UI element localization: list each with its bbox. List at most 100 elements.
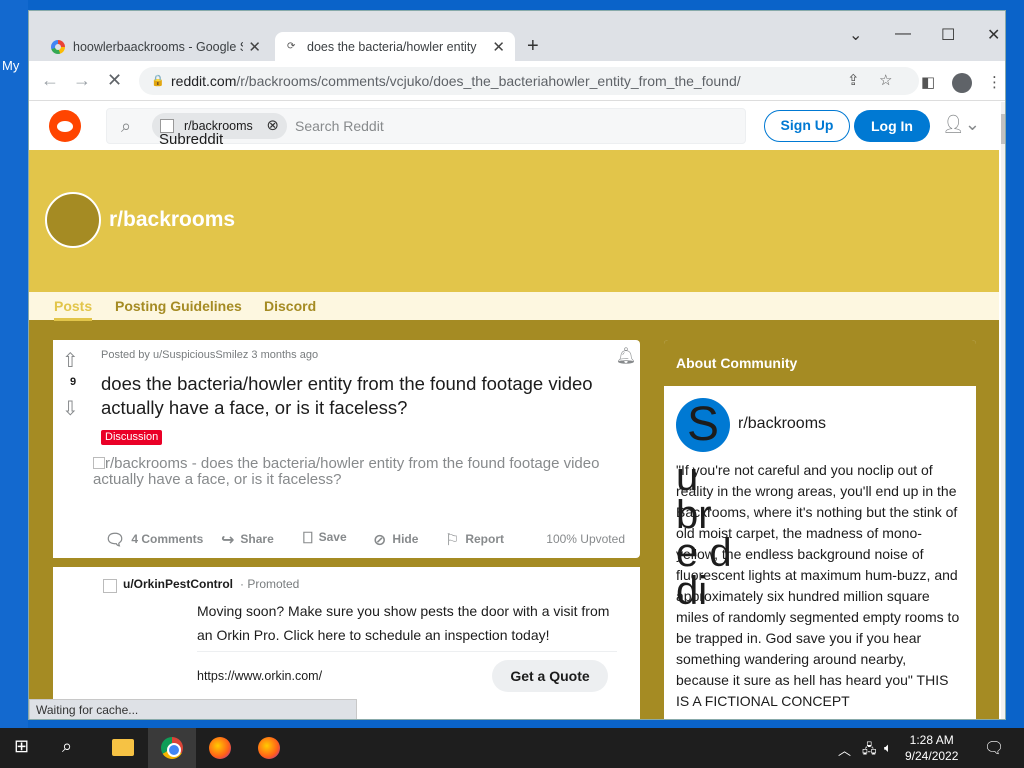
tab-title: hoowlerbaackrooms - Google Se [73,39,243,54]
taskbar: ⊞ ⌕ ︿ 🖧︎ 🔈︎ 1:28 AM 9/24/2022 🗨︎ [0,728,1024,768]
url-host: reddit.com [171,73,237,89]
vote-column: ⇧ 9 ⇩ [53,340,93,558]
menu-icon[interactable]: ⋮ [987,73,1002,91]
subreddit-nav: Posts Posting Guidelines Discord [29,292,999,321]
about-header: About Community [664,340,976,386]
comments-button[interactable]: 🗨︎ 4 Comments [105,530,203,550]
broken-image-icon [93,457,105,469]
tab-google-search[interactable]: hoowlerbaackrooms - Google Se ✕ [39,32,271,61]
post-image-alt: r/backrooms - does the bacteria/howler e… [93,455,600,488]
side-panel-icon[interactable]: ◧ [921,73,935,91]
promoted-post[interactable]: u/OrkinPestControl · Promoted Moving soo… [53,567,640,719]
flag-icon: ⚐ [445,532,460,549]
share-arrow-icon: ↪ [221,532,235,549]
community-name[interactable]: r/backrooms [738,415,826,433]
hide-button[interactable]: ⊘ Hide [373,530,418,550]
address-bar[interactable]: 🔒 reddit.com/r/backrooms/comments/vcjuko… [139,67,919,95]
share-icon[interactable]: ⇪ [847,67,860,95]
stop-icon[interactable]: ✕ [107,70,122,91]
upvote-ratio: 100% Upvoted [546,532,625,546]
firefox-icon[interactable] [209,737,231,759]
browser-window: hoowlerbaackrooms - Google Se ✕ ⟳ does t… [28,10,1006,720]
downvote-icon[interactable]: ⇩ [62,396,79,421]
clock[interactable]: 1:28 AM 9/24/2022 [905,732,958,764]
advertiser-name[interactable]: u/OrkinPestControl [123,577,233,591]
scrollbar-thumb[interactable] [1001,114,1005,144]
file-explorer-icon[interactable] [112,739,134,756]
tab-strip: hoowlerbaackrooms - Google Se ✕ ⟳ does t… [29,11,1005,61]
chrome-icon[interactable] [161,737,183,759]
volume-icon[interactable]: 🔈︎ [884,740,892,756]
firefox-icon[interactable] [258,737,280,759]
windows-start-icon[interactable]: ⊞ [14,736,29,757]
broken-image-alt-text: u br e d di [676,455,732,613]
hide-label: Hide [392,532,419,546]
share-button[interactable]: ↪ Share [221,530,274,550]
promo-text[interactable]: Moving soon? Make sure you show pests th… [197,599,617,647]
clock-date: 9/24/2022 [905,749,959,763]
get-quote-button[interactable]: Get a Quote [492,660,608,692]
tab-search-icon[interactable]: ⌄ [849,25,862,45]
remove-chip-icon[interactable]: ⊗ [266,113,279,139]
report-label: Report [465,532,505,546]
report-button[interactable]: ⚐ Report [445,530,504,550]
new-tab-button[interactable]: + [527,35,539,58]
tab-reddit-post[interactable]: ⟳ does the bacteria/howler entity fr ✕ [275,32,515,61]
about-community-widget: About Community S r/backrooms "If you're… [664,340,976,719]
search-icon: ⌕ [121,116,132,136]
post-flair[interactable]: Discussion [101,430,163,445]
status-bar: Waiting for cache... [29,699,357,719]
toolbar: ← → ✕ 🔒 reddit.com/r/backrooms/comments/… [29,61,1005,101]
promo-url[interactable]: https://www.orkin.com/ [197,669,322,683]
post-card[interactable]: ⇧ 9 ⇩ Posted by u/SuspiciousSmilez 3 mon… [53,340,640,558]
log-in-button[interactable]: Log In [854,110,930,142]
nav-discord[interactable]: Discord [264,298,316,314]
post-actions: 🗨︎ 4 Comments ↪ Share ⎕ Save ⊘ Hide ⚐ Report … [101,526,631,550]
maximize-button[interactable]: ☐ [941,25,955,45]
subreddit-title: r/backrooms [109,208,236,231]
search-icon[interactable]: ⌕ [62,736,72,757]
subreddit-avatar [45,192,101,248]
sign-up-button[interactable]: Sign Up [764,110,850,142]
back-icon[interactable]: ← [41,70,59,91]
notifications-icon[interactable]: 🗨︎ [984,738,1004,758]
vote-count: 9 [69,376,77,388]
save-button[interactable]: ⎕ Save [303,530,347,548]
community-avatar: S [676,398,730,452]
close-window-button[interactable]: ✕ [987,25,1000,45]
post-image[interactable]: r/backrooms - does the bacteria/howler e… [93,456,633,488]
profile-icon[interactable] [952,73,972,93]
bookmark-star-icon[interactable]: ☆ [879,67,892,95]
google-icon [51,39,65,54]
bookmark-icon: ⎕ [303,530,313,547]
lock-icon: 🔒 [151,75,165,87]
clock-time: 1:28 AM [909,733,954,747]
nav-posting-guidelines[interactable]: Posting Guidelines [115,298,242,314]
desktop-background [0,0,28,728]
search-placeholder[interactable]: Search Reddit [295,118,384,134]
forward-icon[interactable]: → [73,70,91,91]
divider [197,651,617,652]
reddit-logo-icon[interactable] [49,110,81,142]
desktop-icon-label[interactable]: My [2,58,19,73]
bell-icon[interactable]: 🔔︎ [616,346,636,366]
post-title[interactable]: does the bacteria/howler entity from the… [101,372,621,420]
advertiser-avatar [103,579,117,593]
show-hidden-icons-icon[interactable]: ︿ [838,740,851,759]
promoted-tag: · Promoted [240,577,300,591]
comments-label: 4 Comments [131,532,204,546]
close-tab-icon[interactable]: ✕ [248,38,261,56]
minimize-button[interactable]: — [895,25,911,43]
reddit-page: ⌕ r/backrooms ⊗ Search Reddit Subreddit … [29,102,999,719]
network-icon[interactable]: 🖧︎ [862,740,877,762]
save-label: Save [318,530,347,544]
url-path: /r/backrooms/comments/vcjuko/does_the_ba… [236,73,741,89]
upvote-icon[interactable]: ⇧ [62,348,79,373]
share-label: Share [240,532,274,546]
close-tab-icon[interactable]: ✕ [492,38,505,56]
subreddit-banner: r/backrooms [29,150,999,292]
user-menu-icon[interactable]: 👤︎⌄ [942,114,980,135]
nav-posts[interactable]: Posts [54,298,93,321]
tab-title: does the bacteria/howler entity fr [307,39,477,54]
page-scrollbar[interactable] [1001,102,1005,719]
